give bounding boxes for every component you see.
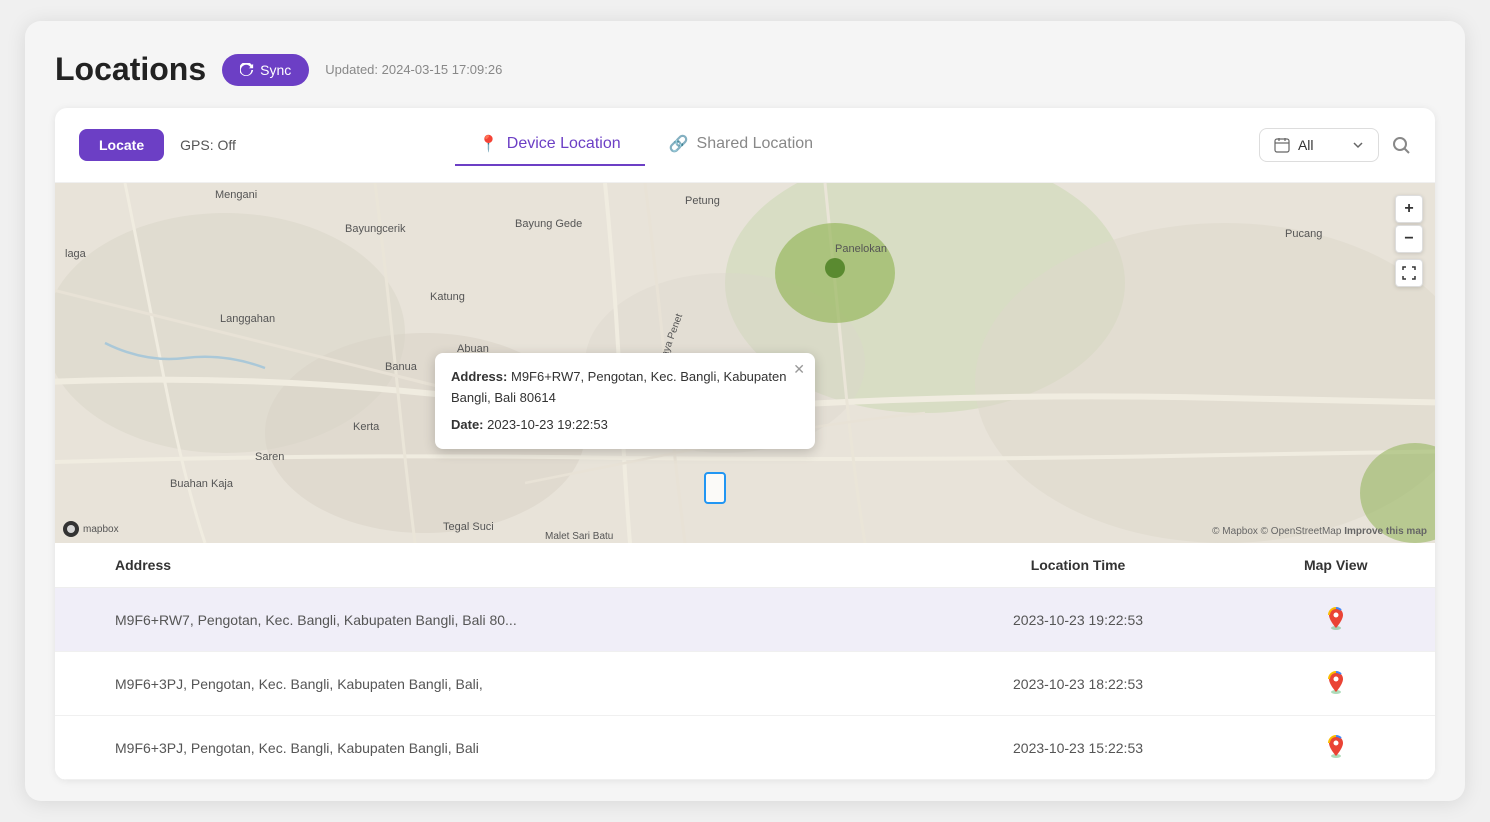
popup-address-label: Address: xyxy=(451,369,507,384)
popup-close-button[interactable]: ✕ xyxy=(793,361,805,378)
tab-shared-location[interactable]: 🔗 Shared Location xyxy=(645,124,837,166)
map-attribution: © Mapbox © OpenStreetMap Improve this ma… xyxy=(1212,526,1427,537)
map-controls: + − xyxy=(1395,195,1423,287)
search-icon xyxy=(1391,135,1411,155)
zoom-out-button[interactable]: − xyxy=(1395,225,1423,253)
map-popup: ✕ Address: M9F6+RW7, Pengotan, Kec. Bang… xyxy=(435,353,815,449)
sync-button[interactable]: Sync xyxy=(222,54,309,86)
row-map-view[interactable] xyxy=(1236,652,1435,716)
table-container: Address Location Time Map View M9F6+RW7,… xyxy=(55,543,1435,780)
tab-device-location[interactable]: 📍 Device Location xyxy=(455,124,645,166)
sync-label: Sync xyxy=(260,62,291,78)
map-container: Mengani Bayungcerik Bayung Gede Petung P… xyxy=(55,183,1435,543)
page-title: Locations xyxy=(55,51,206,88)
table-row[interactable]: M9F6+3PJ, Pengotan, Kec. Bangli, Kabupat… xyxy=(55,716,1435,780)
zoom-in-button[interactable]: + xyxy=(1395,195,1423,223)
locate-button[interactable]: Locate xyxy=(79,129,164,161)
mapbox-logo: mapbox xyxy=(63,521,119,537)
mapbox-icon xyxy=(63,521,79,537)
row-address: M9F6+3PJ, Pengotan, Kec. Bangli, Kabupat… xyxy=(55,716,920,780)
google-maps-icon[interactable] xyxy=(1324,670,1348,694)
filter-label: All xyxy=(1298,137,1314,153)
popup-address: Address: M9F6+RW7, Pengotan, Kec. Bangli… xyxy=(451,367,799,409)
fullscreen-icon xyxy=(1402,266,1416,280)
locations-table: Address Location Time Map View M9F6+RW7,… xyxy=(55,543,1435,780)
popup-date: Date: 2023-10-23 19:22:53 xyxy=(451,415,799,436)
row-map-view[interactable] xyxy=(1236,716,1435,780)
gps-status: GPS: Off xyxy=(180,137,236,153)
calendar-icon xyxy=(1274,137,1290,153)
row-time: 2023-10-23 15:22:53 xyxy=(920,716,1237,780)
row-address: M9F6+3PJ, Pengotan, Kec. Bangli, Kabupat… xyxy=(55,652,920,716)
fullscreen-button[interactable] xyxy=(1395,259,1423,287)
google-maps-icon[interactable] xyxy=(1324,606,1348,630)
google-maps-icon[interactable] xyxy=(1324,734,1348,758)
shared-location-icon: 🔗 xyxy=(669,134,689,154)
mapbox-text: mapbox xyxy=(83,524,119,535)
tab-device-label: Device Location xyxy=(507,135,621,153)
row-time: 2023-10-23 18:22:53 xyxy=(920,652,1237,716)
table-header-row: Address Location Time Map View xyxy=(55,543,1435,588)
updated-text: Updated: 2024-03-15 17:09:26 xyxy=(325,62,502,77)
table-row[interactable]: M9F6+RW7, Pengotan, Kec. Bangli, Kabupat… xyxy=(55,588,1435,652)
tabs: 📍 Device Location 🔗 Shared Location xyxy=(455,124,837,166)
col-address: Address xyxy=(55,543,920,588)
main-card: Locate GPS: Off 📍 Device Location 🔗 Shar… xyxy=(55,108,1435,780)
search-button[interactable] xyxy=(1391,135,1411,155)
row-map-view[interactable] xyxy=(1236,588,1435,652)
col-time: Location Time xyxy=(920,543,1237,588)
app-container: Locations Sync Updated: 2024-03-15 17:09… xyxy=(25,21,1465,801)
popup-date-label: Date: xyxy=(451,417,484,432)
row-time: 2023-10-23 19:22:53 xyxy=(920,588,1237,652)
phone-icon xyxy=(704,472,726,504)
chevron-down-icon xyxy=(1352,139,1364,151)
header: Locations Sync Updated: 2024-03-15 17:09… xyxy=(55,51,1435,88)
popup-date-value: 2023-10-23 19:22:53 xyxy=(487,417,608,432)
row-address: M9F6+RW7, Pengotan, Kec. Bangli, Kabupat… xyxy=(55,588,920,652)
device-location-icon: 📍 xyxy=(479,134,499,154)
filter-dropdown[interactable]: All xyxy=(1259,128,1379,162)
sync-icon xyxy=(240,63,254,77)
toolbar-right: All xyxy=(1259,128,1411,162)
col-map-view: Map View xyxy=(1236,543,1435,588)
toolbar: Locate GPS: Off 📍 Device Location 🔗 Shar… xyxy=(55,108,1435,183)
device-marker xyxy=(704,472,726,504)
tab-shared-label: Shared Location xyxy=(697,135,814,153)
table-row[interactable]: M9F6+3PJ, Pengotan, Kec. Bangli, Kabupat… xyxy=(55,652,1435,716)
